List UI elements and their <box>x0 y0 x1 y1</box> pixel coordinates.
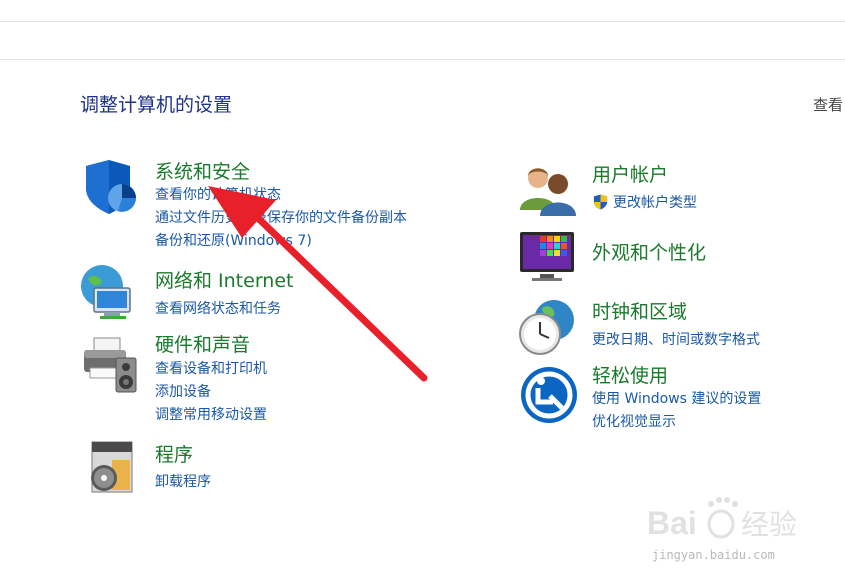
link-devices-printers[interactable]: 查看设备和打印机 <box>155 358 267 378</box>
category-title-ease-of-access[interactable]: 轻松使用 <box>592 361 668 388</box>
programs-disc-icon[interactable] <box>82 438 140 496</box>
category-title-network[interactable]: 网络和 Internet <box>155 266 293 293</box>
network-globe-icon[interactable] <box>80 264 138 322</box>
svg-text:经验: 经验 <box>741 508 797 541</box>
ease-of-access-icon[interactable] <box>520 366 578 424</box>
appearance-monitor-icon[interactable] <box>518 226 576 284</box>
link-change-account-type[interactable]: 更改帐户类型 <box>592 192 697 212</box>
link-recommended-settings[interactable]: 使用 Windows 建议的设置 <box>592 388 761 408</box>
link-optimize-visual[interactable]: 优化视觉显示 <box>592 411 676 431</box>
change-account-type-label: 更改帐户类型 <box>613 195 697 211</box>
link-change-date-time[interactable]: 更改日期、时间或数字格式 <box>592 329 760 349</box>
watermark-url: jingyan.baidu.com <box>652 548 775 562</box>
uac-shield-icon <box>593 194 608 210</box>
link-view-network-status[interactable]: 查看网络状态和任务 <box>155 298 281 318</box>
category-title-hardware[interactable]: 硬件和声音 <box>155 330 250 357</box>
address-bar-area <box>0 22 845 60</box>
page-title: 调整计算机的设置 <box>80 94 233 116</box>
svg-text:Bai: Bai <box>647 505 697 541</box>
user-accounts-icon[interactable] <box>518 162 576 220</box>
link-add-device[interactable]: 添加设备 <box>155 381 211 401</box>
link-view-computer-status[interactable]: 查看你的计算机状态 <box>155 184 281 204</box>
link-backup-restore[interactable]: 备份和还原(Windows 7) <box>155 230 312 250</box>
window-top-strip <box>0 0 845 22</box>
clock-globe-icon[interactable] <box>518 298 576 356</box>
printer-speaker-icon[interactable] <box>80 336 138 394</box>
category-title-programs[interactable]: 程序 <box>155 440 193 467</box>
link-file-history-backup[interactable]: 通过文件历史记录保存你的文件备份副本 <box>155 207 407 227</box>
link-uninstall-program[interactable]: 卸载程序 <box>155 471 211 491</box>
link-mobility-settings[interactable]: 调整常用移动设置 <box>155 404 267 424</box>
category-title-system-security[interactable]: 系统和安全 <box>155 157 250 184</box>
security-shield-icon[interactable] <box>80 158 138 216</box>
category-title-clock[interactable]: 时钟和区域 <box>592 297 687 324</box>
category-title-user-accounts[interactable]: 用户帐户 <box>592 160 668 187</box>
view-by-label[interactable]: 查看 <box>813 94 843 115</box>
category-title-appearance[interactable]: 外观和个性化 <box>592 238 706 265</box>
